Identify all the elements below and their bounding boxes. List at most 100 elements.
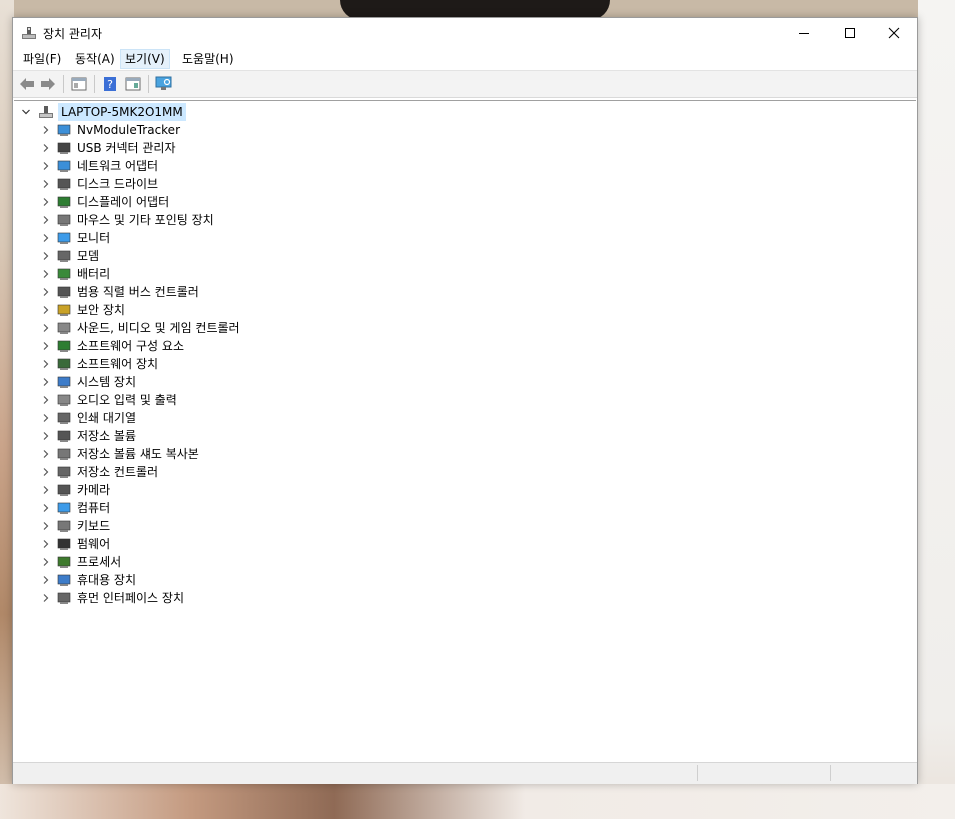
tree-item-label: 저장소 볼륨 섀도 복사본 — [77, 447, 199, 461]
tree-item-label: 키보드 — [77, 519, 111, 533]
maximize-button[interactable] — [827, 18, 873, 48]
system-device-icon — [57, 376, 71, 388]
desktop-background-right — [918, 0, 955, 819]
tree-item-label: 오디오 입력 및 출력 — [77, 393, 177, 407]
device-manager-window: 장치 관리자 파일(F) 동작(A) 보기(V) 도움말(H) ? LAPTOP… — [12, 17, 918, 784]
chevron-right-icon[interactable] — [42, 126, 50, 134]
chevron-right-icon[interactable] — [42, 558, 50, 566]
menu-view[interactable]: 보기(V) — [120, 49, 170, 69]
display-adapter-icon — [57, 196, 71, 208]
tree-item-label: 컴퓨터 — [77, 501, 111, 515]
back-icon — [20, 78, 34, 90]
tree-item-label: 디스플레이 어댑터 — [77, 195, 170, 209]
tree-item-label: 디스크 드라이브 — [77, 177, 159, 191]
software-device-icon — [57, 358, 71, 370]
tree-item-label: 휴대용 장치 — [77, 573, 137, 587]
hid-icon — [57, 592, 71, 604]
menu-bar: 파일(F) 동작(A) 보기(V) 도움말(H) — [13, 48, 917, 71]
tree-item-label: 휴먼 인터페이스 장치 — [77, 591, 184, 605]
tree-item-label: 카메라 — [77, 483, 111, 497]
computer-icon — [57, 502, 71, 514]
tree-item-label: 소프트웨어 장치 — [77, 357, 159, 371]
chevron-down-icon[interactable] — [22, 108, 30, 116]
tree-item-label: 사운드, 비디오 및 게임 컨트롤러 — [77, 321, 240, 335]
scan-hardware-icon — [155, 76, 172, 90]
chevron-right-icon[interactable] — [42, 144, 50, 152]
software-component-icon — [57, 340, 71, 352]
desktop-background-bottom — [0, 784, 955, 819]
processor-icon — [57, 556, 71, 568]
chevron-right-icon[interactable] — [42, 270, 50, 278]
computer-root-icon — [39, 106, 53, 118]
security-device-icon — [57, 304, 71, 316]
chevron-right-icon[interactable] — [42, 252, 50, 260]
chevron-right-icon[interactable] — [42, 288, 50, 296]
tree-item-label: 펌웨어 — [77, 537, 111, 551]
menu-help[interactable]: 도움말(H) — [178, 50, 238, 68]
chevron-right-icon[interactable] — [42, 324, 50, 332]
chevron-right-icon[interactable] — [42, 342, 50, 350]
chevron-right-icon[interactable] — [42, 576, 50, 584]
show-hide-console-tree-button[interactable] — [69, 75, 89, 93]
forward-button[interactable] — [38, 75, 58, 93]
tree-item-label: 인쇄 대기열 — [77, 411, 137, 425]
window-title: 장치 관리자 — [43, 27, 103, 41]
chevron-right-icon[interactable] — [42, 540, 50, 548]
help-button[interactable]: ? — [100, 75, 120, 93]
tree-item-label: 소프트웨어 구성 요소 — [77, 339, 184, 353]
device-tree[interactable]: LAPTOP-5MK2O1MM NvModuleTracker USB 커넥터 관… — [14, 100, 916, 761]
properties-button[interactable] — [123, 75, 143, 93]
monitor-icon — [57, 232, 71, 244]
toolbar-separator — [148, 75, 149, 93]
computer-name[interactable]: LAPTOP-5MK2O1MM — [58, 103, 186, 121]
close-button[interactable] — [871, 18, 917, 48]
title-bar[interactable]: 장치 관리자 — [13, 18, 917, 48]
menu-action[interactable]: 동작(A) — [71, 50, 119, 68]
status-pane-divider — [830, 765, 832, 781]
back-button[interactable] — [17, 75, 37, 93]
minimize-button[interactable] — [781, 18, 827, 48]
chevron-right-icon[interactable] — [42, 594, 50, 602]
usb-controller-icon — [57, 286, 71, 298]
chevron-right-icon[interactable] — [42, 180, 50, 188]
toolbar-separator — [63, 75, 64, 93]
chevron-right-icon[interactable] — [42, 216, 50, 224]
modem-icon — [57, 250, 71, 262]
close-icon — [888, 27, 900, 39]
portable-device-icon — [57, 574, 71, 586]
tree-item-label: 네트워크 어댑터 — [77, 159, 159, 173]
firmware-icon — [57, 538, 71, 550]
help-icon: ? — [104, 77, 116, 91]
scan-hardware-button[interactable] — [154, 75, 174, 93]
tree-item-label: 저장소 볼륨 — [77, 429, 137, 443]
chevron-right-icon[interactable] — [42, 432, 50, 440]
camera-icon — [57, 484, 71, 496]
chevron-right-icon[interactable] — [42, 234, 50, 242]
chevron-right-icon[interactable] — [42, 468, 50, 476]
chevron-right-icon[interactable] — [42, 198, 50, 206]
chevron-right-icon[interactable] — [42, 486, 50, 494]
chevron-right-icon[interactable] — [42, 378, 50, 386]
chevron-right-icon[interactable] — [42, 504, 50, 512]
tree-item-label: USB 커넥터 관리자 — [77, 141, 176, 155]
storage-volume-icon — [57, 430, 71, 442]
chevron-right-icon[interactable] — [42, 162, 50, 170]
chevron-right-icon[interactable] — [42, 306, 50, 314]
tree-item-label: 저장소 컨트롤러 — [77, 465, 159, 479]
usb-icon — [57, 142, 71, 154]
chevron-right-icon[interactable] — [42, 360, 50, 368]
tree-item-label: NvModuleTracker — [77, 123, 181, 137]
audio-icon — [57, 394, 71, 406]
menu-file[interactable]: 파일(F) — [19, 50, 65, 68]
shadow-copy-icon — [57, 448, 71, 460]
tree-item-label: 모뎀 — [77, 249, 100, 263]
tree-item-label: 보안 장치 — [77, 303, 125, 317]
show-hide-console-tree-icon — [71, 77, 87, 91]
toolbar: ? — [13, 71, 917, 98]
chevron-right-icon[interactable] — [42, 414, 50, 422]
minimize-icon — [799, 33, 809, 34]
chevron-right-icon[interactable] — [42, 396, 50, 404]
device-manager-icon — [22, 27, 36, 39]
chevron-right-icon[interactable] — [42, 450, 50, 458]
chevron-right-icon[interactable] — [42, 522, 50, 530]
